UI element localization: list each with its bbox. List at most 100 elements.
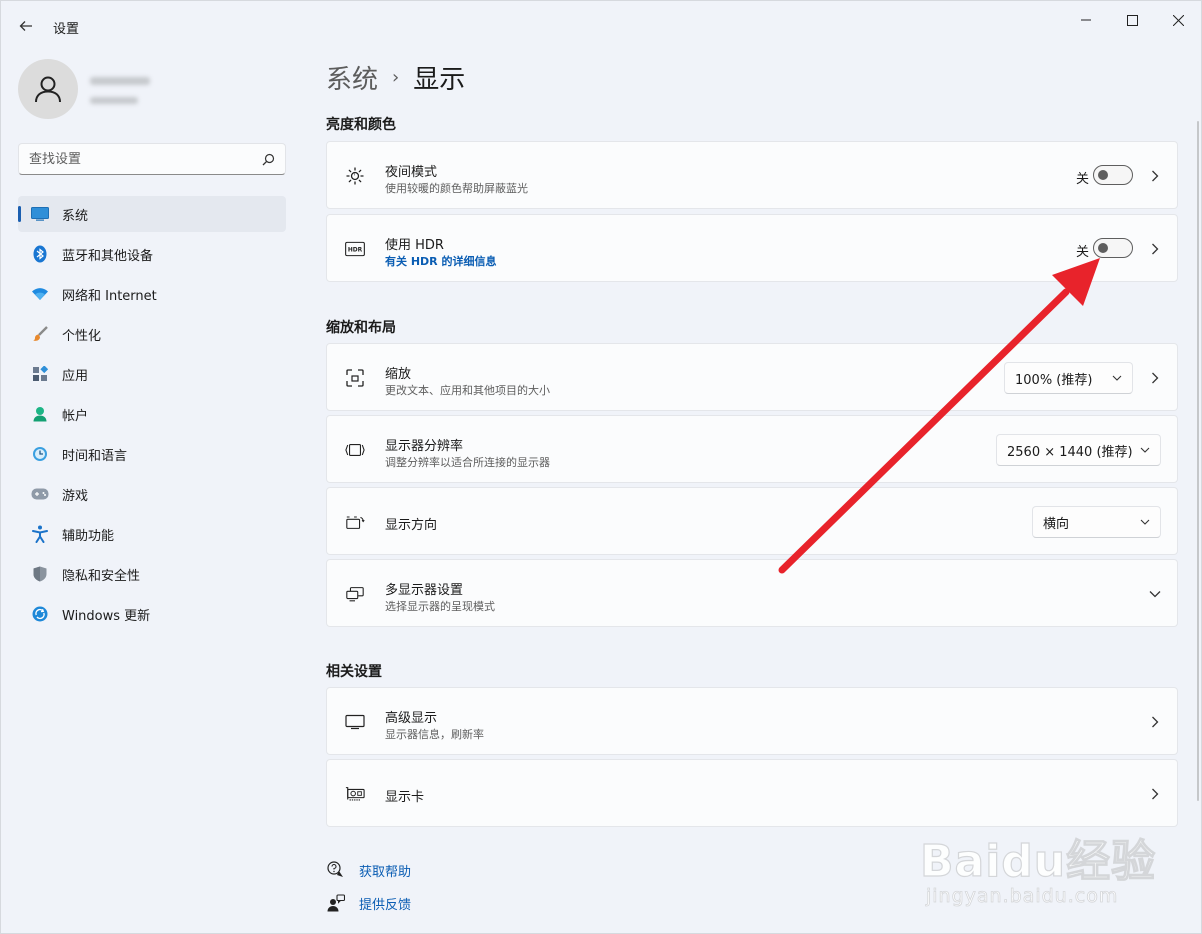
sidebar-item-accessibility[interactable]: 辅助功能 [18,516,286,552]
sidebar-nav: 系统 蓝牙和其他设备 网络和 Internet 个性化 应用 帐户 时间和语言 … [18,196,286,636]
system-icon [30,204,50,224]
user-account-blurred [90,97,138,104]
resolution-subtitle: 调整分辨率以适合所连接的显示器 [385,456,550,469]
sidebar-item-time-language[interactable]: 时间和语言 [18,436,286,472]
sidebar-item-windows-update[interactable]: Windows 更新 [18,596,286,632]
chevron-right-icon[interactable] [1145,239,1165,259]
sidebar-item-label: 应用 [62,368,89,384]
scale-title: 缩放 [385,367,412,382]
resolution-icon [345,440,365,460]
scale-value: 100% (推荐) [1015,372,1093,388]
hdr-toggle[interactable] [1093,238,1133,258]
toggle-knob [1098,243,1108,253]
monitor-icon [345,712,365,732]
resolution-value: 2560 × 1440 (推荐) [1007,444,1133,460]
windows-update-icon [30,604,50,624]
scale-dropdown[interactable]: 100% (推荐) [1004,362,1133,394]
multi-display-title: 多显示器设置 [385,583,464,598]
back-arrow-icon [19,21,32,31]
gaming-icon [30,484,50,504]
advanced-display-subtitle: 显示器信息，刷新率 [385,728,484,741]
sidebar-item-label: 蓝牙和其他设备 [62,248,154,264]
feedback-link[interactable]: 提供反馈 [326,893,411,913]
night-mode-toggle[interactable] [1093,165,1133,185]
chevron-right-icon[interactable] [1145,784,1165,804]
orientation-value: 横向 [1043,516,1070,532]
sidebar-item-network[interactable]: 网络和 Internet [18,276,286,312]
sidebar-item-label: 隐私和安全性 [62,568,141,584]
chevron-right-icon[interactable] [1145,166,1165,186]
time-language-icon [30,444,50,464]
orientation-icon [345,512,365,532]
hdr-title: 使用 HDR [385,238,444,253]
sidebar-item-label: 系统 [62,208,89,224]
hdr-card[interactable]: HDR 使用 HDR 有关 HDR 的详细信息 关 [326,214,1178,282]
sidebar-item-label: Windows 更新 [62,608,151,624]
resolution-card[interactable]: 显示器分辨率 调整分辨率以适合所连接的显示器 2560 × 1440 (推荐) [326,415,1178,483]
search-box[interactable] [18,143,286,175]
night-mode-state: 关 [1075,172,1089,187]
get-help-label: 获取帮助 [359,864,412,880]
sidebar-item-label: 辅助功能 [62,528,115,544]
search-input[interactable] [29,151,249,167]
sidebar-item-personalization[interactable]: 个性化 [18,316,286,352]
orientation-dropdown[interactable]: 横向 [1032,506,1161,538]
chevron-right-icon[interactable] [1145,712,1165,732]
person-icon [35,76,61,103]
sidebar-item-apps[interactable]: 应用 [18,356,286,392]
apps-icon [30,364,50,384]
graphics-card-icon [345,784,365,804]
sidebar-item-gaming[interactable]: 游戏 [18,476,286,512]
scale-card[interactable]: 缩放 更改文本、应用和其他项目的大小 100% (推荐) [326,343,1178,411]
chevron-down-icon[interactable] [1145,584,1165,604]
toggle-knob [1098,170,1108,180]
sidebar-item-label: 网络和 Internet [62,288,157,304]
avatar [18,59,78,119]
scrollbar[interactable] [1197,121,1199,801]
brightness-icon [345,166,365,186]
orientation-title: 显示方向 [385,518,438,533]
svg-text:HDR: HDR [348,248,363,254]
sidebar-item-privacy[interactable]: 隐私和安全性 [18,556,286,592]
advanced-display-card[interactable]: 高级显示 显示器信息，刷新率 [326,687,1178,755]
bluetooth-icon [30,244,50,264]
breadcrumb-parent[interactable]: 系统 [326,59,378,96]
user-profile[interactable] [18,59,288,119]
get-help-link[interactable]: 获取帮助 [326,860,411,880]
chevron-down-icon [1140,519,1150,525]
multi-display-subtitle: 选择显示器的呈现模式 [385,600,495,613]
breadcrumb-separator: › [392,67,400,88]
night-mode-title: 夜间模式 [385,165,438,180]
page-title: 显示 [413,65,466,95]
multi-display-card[interactable]: 多显示器设置 选择显示器的呈现模式 [326,559,1178,627]
sidebar-item-label: 个性化 [62,328,102,344]
resolution-dropdown[interactable]: 2560 × 1440 (推荐) [996,434,1161,466]
orientation-card[interactable]: 显示方向 横向 [326,487,1178,555]
sidebar-item-system[interactable]: 系统 [18,196,286,232]
multi-display-icon [345,584,365,604]
graphics-title: 显示卡 [385,790,425,805]
sidebar-item-label: 帐户 [62,408,89,424]
user-name-blurred [90,77,150,85]
sidebar-item-accounts[interactable]: 帐户 [18,396,286,432]
section-related-settings: 相关设置 [326,664,382,680]
hdr-info-link[interactable]: 有关 HDR 的详细信息 [385,253,496,269]
chevron-down-icon [1112,375,1122,381]
back-button[interactable] [13,13,39,39]
feedback-icon [326,893,346,913]
night-mode-subtitle: 使用较暖的颜色帮助屏蔽蓝光 [385,182,528,195]
watermark-url: jingyan.baidu.com [926,885,1119,908]
baidu-watermark: Baidu经验 jingyan.baidu.com [919,805,1170,915]
night-mode-card[interactable]: 夜间模式 使用较暖的颜色帮助屏蔽蓝光 关 [326,141,1178,209]
chevron-right-icon[interactable] [1145,368,1165,388]
scale-subtitle: 更改文本、应用和其他项目的大小 [385,384,550,397]
app-title: 设置 [53,22,80,37]
section-scale-layout: 缩放和布局 [326,320,396,336]
sidebar-item-bluetooth[interactable]: 蓝牙和其他设备 [18,236,286,272]
hdr-state: 关 [1075,245,1089,260]
resolution-title: 显示器分辨率 [385,439,464,454]
network-icon [30,284,50,304]
hdr-icon: HDR [345,239,365,259]
scale-icon [345,368,365,388]
advanced-display-title: 高级显示 [385,711,438,726]
